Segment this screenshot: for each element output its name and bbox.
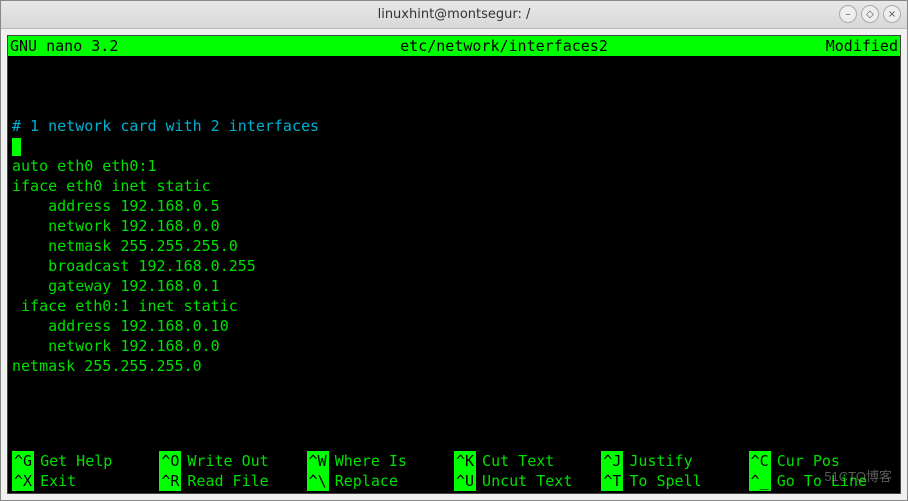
code-line: address 192.168.0.5 (12, 197, 220, 215)
code-line: auto eth0 eth0:1 (12, 157, 157, 175)
shortcut-cut-text[interactable]: ^KCut Text (454, 451, 601, 471)
nano-shortcuts: ^GGet Help ^OWrite Out ^WWhere Is ^KCut … (8, 451, 900, 493)
shortcut-get-help[interactable]: ^GGet Help (12, 451, 159, 471)
shortcut-read-file[interactable]: ^RRead File (159, 471, 306, 491)
code-line: broadcast 192.168.0.255 (12, 257, 256, 275)
shortcut-uncut-text[interactable]: ^UUncut Text (454, 471, 601, 491)
shortcut-where-is[interactable]: ^WWhere Is (307, 451, 454, 471)
code-line: address 192.168.0.10 (12, 317, 229, 335)
shortcut-justify[interactable]: ^JJustify (601, 451, 748, 471)
code-line: network 192.168.0.0 (12, 217, 220, 235)
comment-line: # 1 network card with 2 interfaces (12, 117, 319, 135)
window-title: linuxhint@montsegur: / (378, 7, 531, 22)
terminal-area[interactable]: GNU nano 3.2 etc/network/interfaces2 Mod… (7, 35, 901, 494)
nano-status: Modified (798, 36, 898, 56)
nano-file-path: etc/network/interfaces2 (210, 36, 798, 56)
maximize-button[interactable]: ◇ (861, 5, 879, 23)
code-line: gateway 192.168.0.1 (12, 277, 220, 295)
nano-header: GNU nano 3.2 etc/network/interfaces2 Mod… (8, 36, 900, 56)
code-line: iface eth0:1 inet static (12, 297, 238, 315)
code-line: iface eth0 inet static (12, 177, 211, 195)
close-button[interactable]: × (883, 5, 901, 23)
shortcut-exit[interactable]: ^XExit (12, 471, 159, 491)
terminal-window: linuxhint@montsegur: / – ◇ × GNU nano 3.… (0, 0, 908, 501)
window-titlebar: linuxhint@montsegur: / – ◇ × (1, 1, 907, 29)
shortcut-cur-pos[interactable]: ^CCur Pos (749, 451, 896, 471)
editor-content[interactable]: # 1 network card with 2 interfaces auto … (8, 56, 900, 451)
minimize-button[interactable]: – (839, 5, 857, 23)
shortcut-go-to-line[interactable]: ^_Go To Line (749, 471, 896, 491)
cursor (12, 138, 21, 156)
shortcut-replace[interactable]: ^\Replace (307, 471, 454, 491)
shortcut-to-spell[interactable]: ^TTo Spell (601, 471, 748, 491)
code-line: netmask 255.255.255.0 (12, 237, 238, 255)
nano-app-name: GNU nano 3.2 (10, 36, 210, 56)
code-line: netmask 255.255.255.0 (12, 357, 202, 375)
shortcut-write-out[interactable]: ^OWrite Out (159, 451, 306, 471)
window-controls: – ◇ × (839, 5, 901, 23)
code-line: network 192.168.0.0 (12, 337, 220, 355)
